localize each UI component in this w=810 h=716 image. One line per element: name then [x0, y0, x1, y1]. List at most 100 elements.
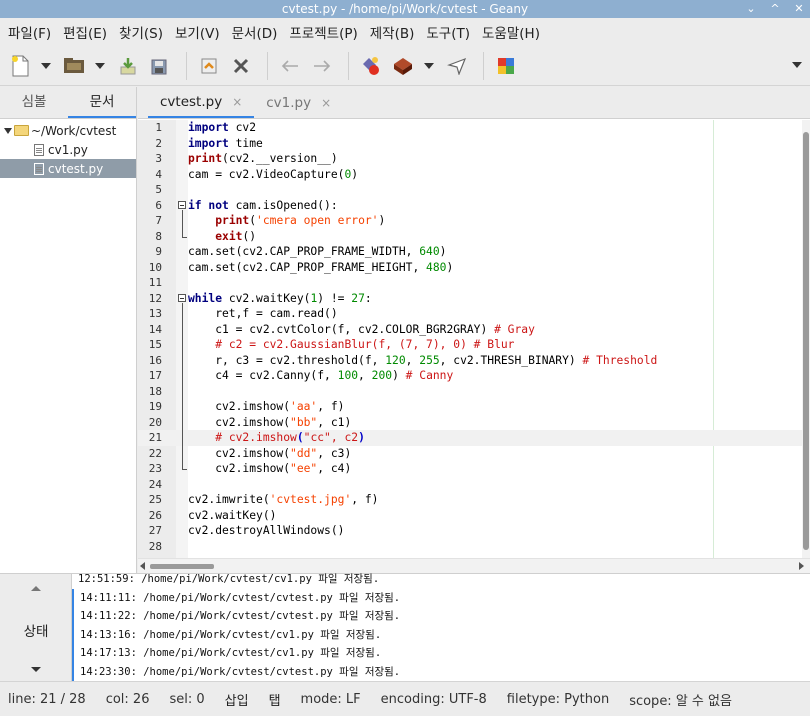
- code-line: 27 cv2.destroyAllWindows(): [138, 523, 810, 539]
- open-file-icon: [64, 57, 84, 73]
- line-number: 4: [155, 167, 162, 181]
- close-window-icon[interactable]: ✕: [792, 0, 806, 18]
- status-message: 14:11:11: /home/pi/Work/cvtest/cvtest.py…: [72, 588, 810, 607]
- new-file-dropdown[interactable]: [38, 52, 54, 80]
- toolbar-separator: [483, 51, 484, 80]
- execute-icon: [447, 57, 467, 75]
- color-chooser-button[interactable]: [492, 52, 520, 80]
- save-button[interactable]: [114, 52, 142, 80]
- code-line: 10 cam.set(cv2.CAP_PROP_FRAME_HEIGHT, 480…: [138, 260, 810, 276]
- scroll-thumb[interactable]: [150, 564, 214, 569]
- code-text: cv2.imshow("ee", c4): [188, 462, 352, 475]
- scroll-left-icon[interactable]: [140, 562, 145, 570]
- tab-symbols[interactable]: 심볼: [0, 87, 68, 118]
- menu-view[interactable]: 보기(V): [169, 22, 226, 42]
- status-insert-mode: 삽입: [224, 693, 249, 709]
- menu-search[interactable]: 찾기(S): [113, 22, 169, 42]
- code-text: if not cam.isOpened():: [188, 198, 338, 212]
- document-tree: ~/Work/cvtest cv1.py cvtest.py: [0, 119, 136, 178]
- close-file-button[interactable]: [227, 52, 255, 80]
- line-number: 14: [148, 322, 162, 336]
- save-all-button[interactable]: [146, 52, 174, 80]
- scroll-thumb[interactable]: [803, 132, 809, 550]
- status-sel: sel: 0: [169, 691, 205, 707]
- code-line: 4 cam = cv2.VideoCapture(0): [138, 167, 810, 183]
- tree-file-cv1[interactable]: cv1.py: [0, 140, 136, 159]
- code-text: cv2.imwrite('cvtest.jpg', f): [188, 493, 379, 506]
- open-file-dropdown[interactable]: [92, 52, 108, 80]
- tab-scroll-down-icon[interactable]: [31, 667, 41, 672]
- line-number: 7: [155, 214, 162, 227]
- menu-edit[interactable]: 편집(E): [57, 22, 113, 42]
- execute-button[interactable]: [443, 52, 471, 80]
- window-controls: ⌄ ^ ✕: [744, 0, 806, 18]
- file-icon: [34, 162, 44, 175]
- toolbar-separator: [186, 51, 187, 80]
- status-filetype: filetype: Python: [506, 691, 610, 707]
- menu-build[interactable]: 제작(B): [364, 22, 421, 42]
- line-number: 13: [148, 307, 162, 320]
- minimize-icon[interactable]: ⌄: [744, 0, 758, 18]
- compile-icon: [363, 56, 379, 75]
- back-button[interactable]: [276, 52, 304, 80]
- folder-label: ~/Work/cvtest: [31, 123, 117, 138]
- code-line: 28: [138, 539, 810, 555]
- code-line: 13 ret,f = cam.read(): [138, 306, 810, 322]
- compile-button[interactable]: [357, 52, 385, 80]
- vertical-scrollbar[interactable]: [802, 120, 810, 558]
- build-dropdown[interactable]: [421, 52, 437, 80]
- tab-cvtest[interactable]: cvtest.py ×: [148, 87, 255, 118]
- line-number: 3: [155, 152, 162, 165]
- code-line: 14 c1 = cv2.cvtColor(f, cv2.COLOR_BGR2GR…: [138, 322, 810, 338]
- code-text: c1 = cv2.cvtColor(f, cv2.COLOR_BGR2GRAY)…: [188, 322, 535, 336]
- menu-tools[interactable]: 도구(T): [420, 22, 476, 42]
- code-line: 11: [138, 275, 810, 291]
- open-file-button[interactable]: [60, 52, 88, 80]
- file-label: cvtest.py: [48, 161, 104, 176]
- line-number: 16: [148, 353, 162, 367]
- tab-cv1[interactable]: cv1.py ×: [254, 87, 343, 118]
- menu-document[interactable]: 문서(D): [226, 22, 284, 42]
- tree-folder[interactable]: ~/Work/cvtest: [0, 121, 136, 140]
- tab-label: cvtest.py: [160, 93, 223, 110]
- tab-scroll-up-icon[interactable]: [31, 586, 41, 591]
- title-bar[interactable]: cvtest.py - /home/pi/Work/cvtest - Geany…: [0, 0, 810, 18]
- menu-file[interactable]: 파일(F): [2, 22, 57, 42]
- tab-documents[interactable]: 문서: [68, 87, 136, 118]
- code-text: cam = cv2.VideoCapture(0): [188, 167, 359, 181]
- fold-toggle-icon[interactable]: [178, 294, 186, 302]
- code-text: ret,f = cam.read(): [188, 307, 338, 320]
- tree-file-cvtest[interactable]: cvtest.py: [0, 159, 136, 178]
- code-line: 8 exit(): [138, 229, 810, 245]
- scroll-right-icon[interactable]: [799, 562, 804, 570]
- maximize-icon[interactable]: ^: [768, 0, 782, 18]
- chevron-down-icon: [424, 62, 434, 69]
- code-text: import cv2: [188, 121, 257, 134]
- file-label: cv1.py: [48, 142, 88, 157]
- toolbar-separator: [348, 51, 349, 80]
- line-number: 8: [155, 229, 162, 243]
- toolbar-overflow-button[interactable]: [792, 62, 802, 68]
- chevron-down-icon: [95, 62, 105, 69]
- new-file-button[interactable]: [6, 52, 34, 80]
- code-line: 9 cam.set(cv2.CAP_PROP_FRAME_WIDTH, 640): [138, 244, 810, 260]
- build-button[interactable]: [389, 52, 417, 80]
- menu-project[interactable]: 프로젝트(P): [283, 22, 363, 42]
- status-bar: line: 21 / 28 col: 26 sel: 0 삽입 탭 mode: …: [0, 681, 810, 716]
- code-line: 18: [138, 384, 810, 400]
- revert-button[interactable]: [195, 52, 223, 80]
- file-icon: [34, 143, 44, 156]
- line-number: 5: [155, 183, 162, 196]
- status-messages[interactable]: 12:51:59: /home/pi/Work/cvtest/cv1.py 파일…: [72, 570, 810, 681]
- forward-button[interactable]: [308, 52, 336, 80]
- menu-help[interactable]: 도움말(H): [476, 22, 546, 42]
- code-editor[interactable]: 1 import cv2 2 import time 3 print(cv2.__vers…: [138, 120, 810, 558]
- expander-icon[interactable]: [4, 127, 12, 134]
- close-tab-icon[interactable]: ×: [232, 95, 242, 109]
- status-message: 14:13:16: /home/pi/Work/cvtest/cv1.py 파일…: [72, 625, 810, 644]
- line-number: 1: [155, 121, 162, 134]
- tab-status[interactable]: 상태: [0, 620, 72, 640]
- close-tab-icon[interactable]: ×: [321, 96, 331, 110]
- fold-toggle-icon[interactable]: [178, 201, 186, 209]
- fold-guide-end: [181, 469, 187, 470]
